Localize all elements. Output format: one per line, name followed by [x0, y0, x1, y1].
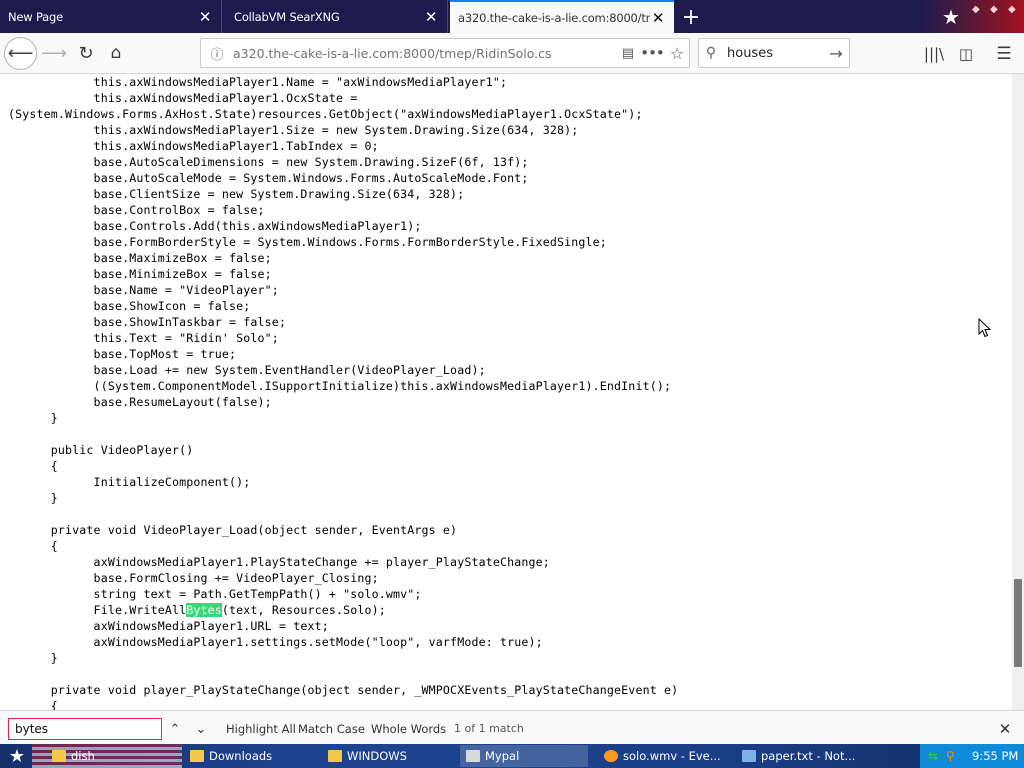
theme-star-icon: ★: [942, 5, 960, 29]
system-tray: ⇆ ⚲ 9:55 PM: [920, 744, 1024, 768]
bookmark-star-icon[interactable]: ☆: [665, 44, 689, 63]
taskbar-item-dish[interactable]: dish: [46, 745, 180, 767]
back-arrow-icon: ⟵: [7, 43, 34, 64]
hamburger-menu-icon[interactable]: ☰: [992, 43, 1016, 65]
page-actions-icon[interactable]: •••: [639, 44, 665, 62]
search-input[interactable]: houses: [723, 46, 823, 61]
url-text[interactable]: a320.the-cake-is-a-lie.com:8000/tmep/Rid…: [233, 46, 617, 61]
tab-ridinsolo-cs[interactable]: a320.the-cake-is-a-lie.com:8000/tmep/Rid…: [450, 0, 674, 33]
reload-button[interactable]: ↻: [74, 41, 98, 65]
code-after: (text, Resources.Solo); axWindowsMediaPl…: [50, 603, 679, 710]
sidebar-icon[interactable]: ◫: [954, 43, 978, 65]
minimize-icon[interactable]: ◆: [972, 4, 980, 15]
taskbar: ★ dish Downloads WINDOWS Mypal solo.wmv …: [0, 744, 1024, 768]
scrollbar-thumb[interactable]: [1014, 579, 1022, 667]
find-bar: ⌃ ⌄ Highlight All Match Case Whole Words…: [0, 710, 1024, 744]
network-icon[interactable]: ⇆: [928, 749, 942, 763]
search-icon: ⚲: [705, 45, 717, 61]
go-arrow-icon[interactable]: →: [823, 44, 849, 63]
find-next-button[interactable]: ⌄: [190, 718, 212, 740]
maximize-icon[interactable]: ◆: [990, 4, 998, 15]
chevron-up-icon: ⌃: [169, 721, 181, 737]
reload-icon: ↻: [78, 42, 94, 64]
taskbar-item-label: solo.wmv - Eve...: [623, 749, 721, 763]
folder-icon: [328, 750, 342, 762]
close-icon[interactable]: ✕: [650, 9, 666, 27]
info-icon[interactable]: ⓘ: [207, 44, 227, 63]
taskbar-item-mypal[interactable]: Mypal: [460, 745, 588, 767]
start-button[interactable]: ★: [4, 744, 30, 768]
tab-collabvm-searxng[interactable]: CollabVM SearXNG ✕: [226, 0, 448, 33]
close-icon[interactable]: ✕: [996, 720, 1014, 738]
window-close-icon[interactable]: ◆: [1008, 4, 1016, 15]
taskbar-item-label: Downloads: [209, 749, 273, 763]
close-icon[interactable]: ✕: [423, 8, 439, 26]
url-bar[interactable]: ⓘ a320.the-cake-is-a-lie.com:8000/tmep/R…: [200, 38, 690, 68]
taskbar-item-label: paper.txt - Not...: [761, 749, 856, 763]
new-tab-button[interactable]: +: [678, 4, 704, 30]
source-code: this.axWindowsMediaPlayer1.Name = "axWin…: [0, 74, 1012, 710]
code-before: this.axWindowsMediaPlayer1.Name = "axWin…: [8, 75, 672, 617]
home-icon: ⌂: [110, 43, 122, 63]
find-previous-button[interactable]: ⌃: [164, 718, 186, 740]
folder-icon: [190, 750, 204, 762]
find-input[interactable]: [8, 718, 162, 740]
taskbar-item-label: dish: [71, 749, 95, 763]
navigation-toolbar: ⟵ ⟶ ↻ ⌂ ⓘ a320.the-cake-is-a-lie.com:800…: [0, 33, 1024, 74]
taskbar-item-downloads[interactable]: Downloads: [184, 745, 318, 767]
vertical-scrollbar[interactable]: [1012, 74, 1024, 710]
taskbar-item-paper-txt[interactable]: paper.txt - Not...: [736, 745, 868, 767]
whole-words-toggle[interactable]: Whole Words: [371, 722, 446, 736]
search-icon[interactable]: ⚲: [946, 749, 960, 763]
page-content[interactable]: this.axWindowsMediaPlayer1.Name = "axWin…: [0, 74, 1012, 710]
forward-button[interactable]: ⟶: [41, 41, 67, 65]
folder-icon: [52, 750, 66, 762]
highlight-all-toggle[interactable]: Highlight All: [226, 722, 296, 736]
tab-label: CollabVM SearXNG: [234, 9, 340, 24]
forward-arrow-icon: ⟶: [41, 42, 67, 64]
find-match-highlight: Bytes: [186, 603, 222, 617]
start-star-icon: ★: [8, 745, 26, 767]
tab-label: New Page: [8, 9, 63, 24]
tab-new-page[interactable]: New Page ✕: [0, 0, 222, 33]
mouse-cursor-icon: [978, 318, 992, 338]
reader-view-icon[interactable]: ▤: [617, 46, 639, 61]
taskbar-item-solo-wmv[interactable]: solo.wmv - Eve...: [598, 745, 730, 767]
tab-strip: New Page ✕ CollabVM SearXNG ✕ a320.the-c…: [0, 0, 1024, 33]
home-button[interactable]: ⌂: [104, 41, 128, 65]
taskbar-item-label: Mypal: [485, 749, 520, 763]
tab-label: a320.the-cake-is-a-lie.com:8000/tmep/Rid…: [458, 10, 650, 25]
match-case-toggle[interactable]: Match Case: [298, 722, 365, 736]
library-icon[interactable]: |||\: [922, 43, 946, 65]
back-button[interactable]: ⟵: [4, 37, 37, 70]
taskbar-item-windows[interactable]: WINDOWS: [322, 745, 456, 767]
search-bar[interactable]: ⚲ houses →: [698, 38, 850, 68]
chevron-down-icon: ⌄: [195, 721, 207, 737]
taskbar-item-label: WINDOWS: [347, 749, 407, 763]
event-viewer-icon: [604, 750, 618, 762]
find-status: 1 of 1 match: [454, 722, 524, 735]
close-icon[interactable]: ✕: [197, 8, 213, 26]
clock[interactable]: 9:55 PM: [972, 749, 1018, 763]
browser-icon: [466, 750, 480, 762]
notepad-icon: [742, 750, 756, 762]
